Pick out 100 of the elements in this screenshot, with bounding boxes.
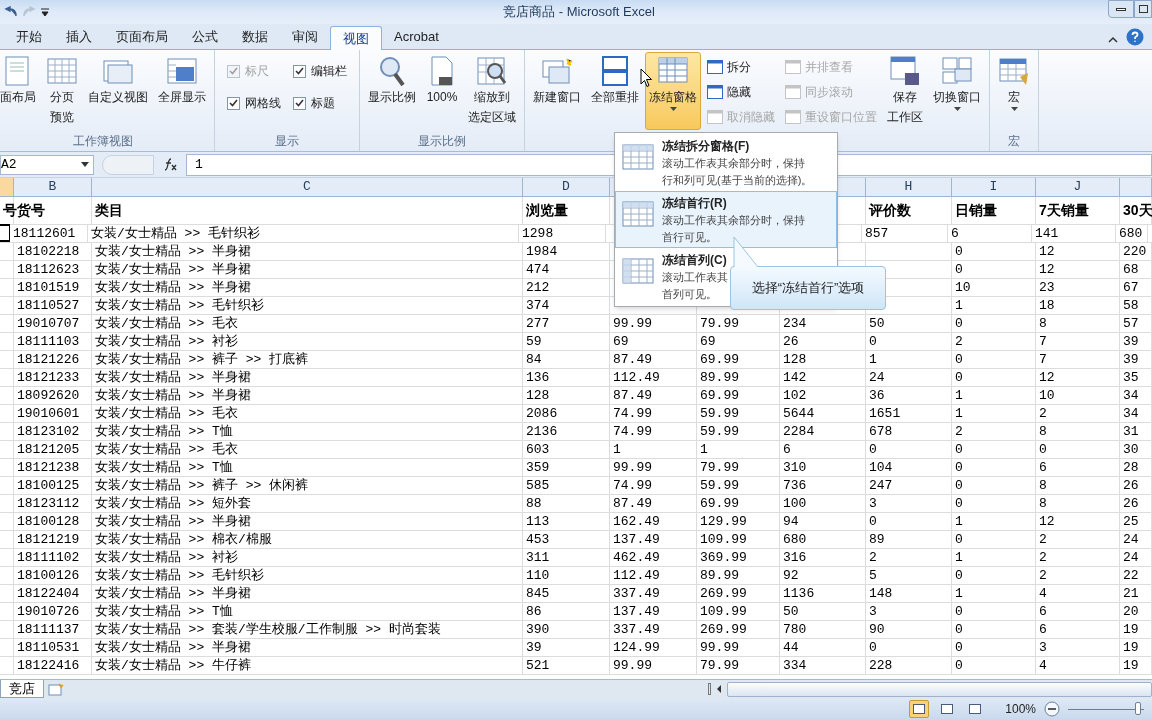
- name-box[interactable]: A2: [0, 154, 94, 175]
- resize-handle[interactable]: [102, 154, 154, 175]
- ribbon-tab[interactable]: 插入: [54, 25, 104, 49]
- ribbon-button[interactable]: 新建窗口: [529, 52, 585, 130]
- ribbon-button[interactable]: 自定义视图: [84, 52, 152, 130]
- ribbon-tab[interactable]: Acrobat: [382, 25, 451, 49]
- column-header[interactable]: D: [523, 178, 610, 196]
- ribbon-button[interactable]: 全屏显示: [154, 52, 210, 130]
- ribbon-button[interactable]: 宏: [994, 52, 1034, 130]
- table-cell: 1: [952, 585, 1036, 602]
- table-cell: 女装/女士精品 >> 毛针织衫: [92, 567, 523, 584]
- table-cell: 26: [1120, 495, 1152, 512]
- restore-button[interactable]: [1134, 0, 1152, 18]
- macro-icon: [998, 55, 1030, 87]
- customize-menu-icon[interactable]: [40, 6, 50, 18]
- table-cell: 1298: [519, 225, 606, 242]
- table-cell: 57: [1120, 315, 1152, 332]
- dropdown-arrow-icon[interactable]: [81, 162, 89, 167]
- table-cell: 19010726: [14, 603, 92, 620]
- ribbon-tab[interactable]: 页面布局: [104, 25, 180, 49]
- table-cell: 0: [952, 603, 1036, 620]
- ribbon-button[interactable]: 显示比例: [364, 52, 420, 130]
- table-cell: 18122404: [14, 585, 92, 602]
- ribbon-button[interactable]: 面布局: [0, 52, 40, 130]
- normal-view-icon[interactable]: [909, 700, 930, 718]
- table-cell: 69: [697, 333, 780, 350]
- table-cell: 26: [1120, 477, 1152, 494]
- ribbon-button[interactable]: 100%: [422, 52, 462, 130]
- table-cell: 112.49: [610, 369, 697, 386]
- slider-thumb[interactable]: [1134, 702, 1141, 715]
- menu-item-title: 冻结首列(C): [662, 252, 728, 269]
- menu-item[interactable]: 冻结首行(R) 滚动工作表其余部分时，保持 首行可见。: [615, 191, 837, 248]
- ribbon-button[interactable]: 全部重排: [587, 52, 643, 130]
- table-cell: 女装/女士精品 >> 牛仔裤: [92, 657, 523, 674]
- checkbox[interactable]: 网格线: [227, 94, 281, 112]
- table-cell: 74.99: [610, 405, 697, 422]
- table-cell: 女装/女士精品 >> T恤: [92, 423, 523, 440]
- table-cell: 142: [780, 369, 866, 386]
- callout: 选择“冻结首行”选项: [730, 266, 886, 310]
- help-icon[interactable]: [1126, 28, 1144, 46]
- table-cell: 0: [866, 513, 952, 530]
- table-cell: 104: [866, 459, 952, 476]
- table-cell: 21: [1120, 585, 1152, 602]
- undo-icon[interactable]: [4, 6, 18, 18]
- ribbon-button[interactable]: 切换窗口: [929, 52, 985, 130]
- table-cell: 462.49: [610, 549, 697, 566]
- table-cell: 女装/女士精品 >> T恤: [92, 459, 523, 476]
- column-header[interactable]: C: [92, 178, 523, 196]
- table-cell: 0: [952, 243, 1036, 260]
- ribbon-tab[interactable]: 视图: [330, 26, 382, 50]
- table-cell: 2: [1036, 531, 1120, 548]
- table-cell: 453: [523, 531, 610, 548]
- table-cell: 0: [1036, 441, 1120, 458]
- scroll-left-icon[interactable]: [715, 684, 723, 694]
- ribbon-tab[interactable]: 数据: [230, 25, 280, 49]
- table-cell: 18111103: [14, 333, 92, 350]
- table-cell: 女装/女士精品 >> 棉衣/棉服: [92, 531, 523, 548]
- table-cell: 59.99: [697, 423, 780, 440]
- column-header[interactable]: I: [952, 178, 1036, 196]
- column-header[interactable]: B: [14, 178, 92, 196]
- table-cell: 310: [780, 459, 866, 476]
- table-cell: 2: [952, 423, 1036, 440]
- ribbon-tab[interactable]: 审阅: [280, 25, 330, 49]
- header-cell: 7天销量: [1036, 197, 1120, 224]
- ribbon-button[interactable]: 隐藏: [707, 83, 775, 101]
- sheet-tab[interactable]: 竞店: [0, 680, 44, 698]
- grid-icon: [46, 55, 78, 87]
- checkbox[interactable]: 编辑栏: [293, 62, 347, 80]
- ribbon-button[interactable]: 拆分: [707, 58, 775, 76]
- selected-cell[interactable]: [0, 224, 10, 242]
- table-cell: 0: [952, 459, 1036, 476]
- ribbon-button[interactable]: 冻结窗格: [645, 52, 701, 130]
- ribbon-button[interactable]: 保存 工作区: [883, 52, 927, 130]
- ribbon-tab[interactable]: 开始: [4, 25, 54, 49]
- ribbon-button[interactable]: 分页 预览: [42, 52, 82, 130]
- horizontal-scrollbar[interactable]: [727, 681, 1152, 697]
- zoom-out-icon[interactable]: [1044, 701, 1060, 717]
- header-cell: 类目: [92, 197, 523, 224]
- table-cell: 89.99: [697, 369, 780, 386]
- collapse-ribbon-icon[interactable]: [1108, 36, 1118, 43]
- table-cell: 36: [866, 387, 952, 404]
- minimize-button[interactable]: [1108, 0, 1134, 18]
- table-cell: 90: [866, 621, 952, 638]
- table-cell: 18101519: [14, 279, 92, 296]
- table-cell: 2284: [780, 423, 866, 440]
- ribbon-tab[interactable]: 公式: [180, 25, 230, 49]
- function-icon[interactable]: [162, 157, 178, 172]
- zoom-slider[interactable]: [1068, 702, 1144, 716]
- table-cell: 女装/女士精品 >> 半身裙: [92, 585, 523, 602]
- table-cell: 28: [1120, 459, 1152, 476]
- checkbox[interactable]: 标题: [293, 94, 347, 112]
- zoom-level[interactable]: 100%: [1005, 700, 1036, 718]
- table-cell: 212: [523, 279, 610, 296]
- table-cell: 18100128: [14, 513, 92, 530]
- column-header[interactable]: H: [866, 178, 952, 196]
- ribbon-button[interactable]: 缩放到 选定区域: [464, 52, 520, 130]
- table-cell: 89.99: [697, 567, 780, 584]
- column-header[interactable]: J: [1036, 178, 1120, 196]
- table-cell: 678: [866, 423, 952, 440]
- table-cell: 6: [948, 225, 1032, 242]
